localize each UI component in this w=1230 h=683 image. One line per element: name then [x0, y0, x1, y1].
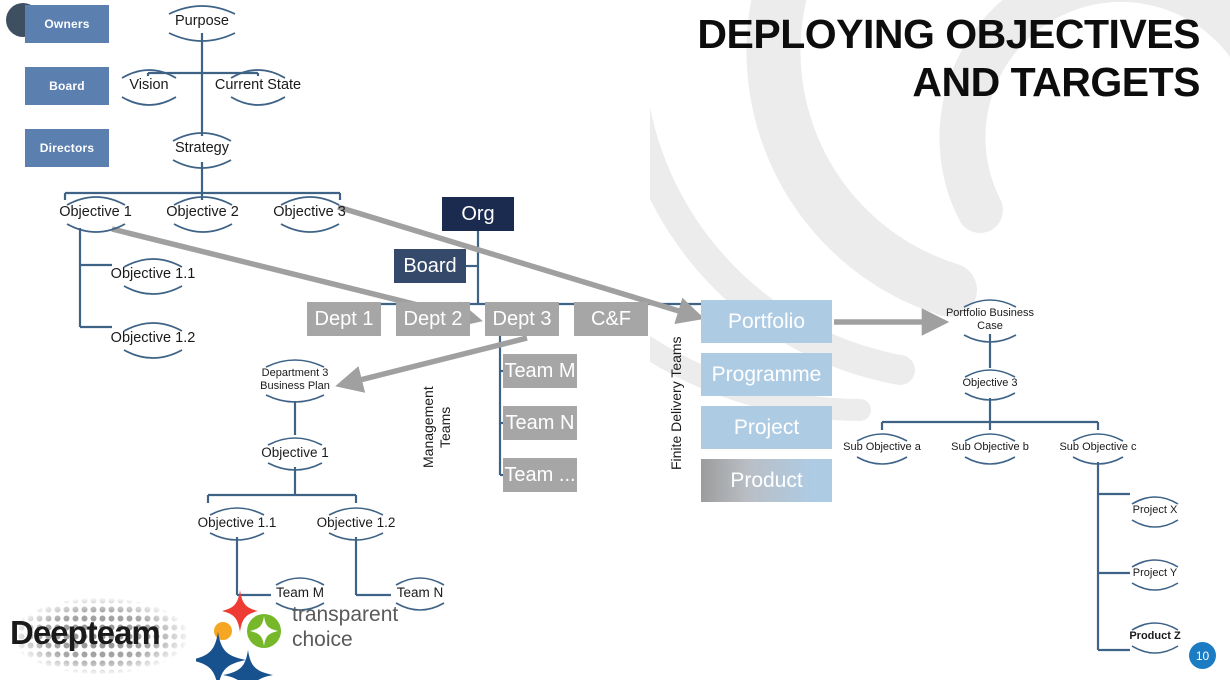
deepteam-logo-text: Deepteam [10, 614, 161, 651]
org-box-org-label: Org [461, 202, 495, 225]
node-vision: Vision [118, 69, 180, 106]
node-current-state-label: Current State [214, 77, 302, 93]
governance-box-board[interactable]: Board [25, 67, 109, 105]
org-box-team-m[interactable]: Team M [503, 354, 577, 388]
node-pf-objective-3-label: Objective 3 [962, 377, 1018, 389]
node-sub-objective-c-label: Sub Objective c [1059, 441, 1137, 453]
org-box-team-n[interactable]: Team N [503, 406, 577, 440]
node-vision-label: Vision [129, 77, 169, 93]
node-objective-1-1: Objective 1.1 [105, 258, 201, 295]
org-box-dept-1[interactable]: Dept 1 [307, 302, 381, 336]
delivery-box-project-label: Project [733, 415, 800, 439]
node-sub-objective-c: Sub Objective c [1050, 433, 1146, 465]
page-title: DEPLOYING OBJECTIVES AND TARGETS [620, 10, 1200, 106]
node-product-z-label: Product Z [1129, 630, 1181, 642]
node-objective-2-label: Objective 2 [166, 204, 239, 220]
delivery-box-product-label: Product [730, 468, 803, 492]
delivery-box-product[interactable]: Product [701, 459, 832, 502]
org-box-dept-2[interactable]: Dept 2 [396, 302, 470, 336]
governance-box-owners-label: Owners [44, 17, 90, 31]
transparent-choice-logo-text: transparent choice [292, 602, 398, 652]
node-objective-1-1-label: Objective 1.1 [110, 266, 196, 282]
page-title-line-1: DEPLOYING OBJECTIVES [697, 11, 1200, 57]
node-project-x-label: Project X [1132, 504, 1178, 516]
org-box-dept-3[interactable]: Dept 3 [485, 302, 559, 336]
transparent-choice-line-1: transparent [292, 603, 399, 626]
org-box-dept-1-label: Dept 1 [314, 307, 374, 330]
node-plan-objective-1-2: Objective 1.2 [312, 507, 400, 541]
transparent-choice-line-2: choice [292, 628, 353, 651]
node-objective-1-2: Objective 1.2 [105, 322, 201, 359]
node-department-3-business-plan: Department 3 Business Plan [250, 359, 340, 403]
delivery-box-portfolio-label: Portfolio [727, 309, 806, 333]
org-box-org[interactable]: Org [442, 197, 514, 231]
node-project-y-label: Project Y [1132, 567, 1178, 579]
node-purpose-label: Purpose [174, 13, 229, 29]
delivery-box-portfolio[interactable]: Portfolio [701, 300, 832, 343]
node-objective-1-label: Objective 1 [59, 204, 132, 220]
transparent-choice-mark-icon [190, 590, 281, 683]
org-box-board[interactable]: Board [394, 249, 466, 283]
governance-box-directors-label: Directors [39, 141, 95, 155]
node-plan-objective-1-1-label: Objective 1.1 [197, 515, 277, 530]
node-objective-1-2-label: Objective 1.2 [110, 330, 196, 346]
node-department-3-business-plan-label: Department 3 Business Plan [260, 367, 330, 392]
node-strategy: Strategy [165, 132, 239, 169]
governance-box-board-label: Board [49, 79, 85, 93]
node-project-y: Project Y [1120, 559, 1190, 591]
node-sub-objective-b: Sub Objective b [942, 433, 1038, 465]
org-box-team-m-label: Team M [504, 359, 576, 382]
slide-canvas: DEPLOYING OBJECTIVES AND TARGETS Owners … [0, 0, 1230, 683]
node-strategy-label: Strategy [175, 140, 229, 156]
node-objective-1: Objective 1 [48, 196, 143, 233]
node-sub-objective-a: Sub Objective a [834, 433, 930, 465]
node-project-x: Project X [1120, 496, 1190, 528]
org-box-dept-3-label: Dept 3 [492, 307, 552, 330]
arrow-objective3-to-portfolio [337, 204, 705, 324]
node-purpose: Purpose [162, 5, 242, 42]
node-objective-3-label: Objective 3 [273, 204, 346, 220]
org-box-board-label: Board [403, 254, 457, 277]
transparent-choice-logo: transparent choice [190, 588, 406, 683]
node-current-state: Current State [205, 69, 311, 106]
node-objective-2: Objective 2 [155, 196, 250, 233]
org-box-dept-2-label: Dept 2 [403, 307, 463, 330]
finite-delivery-teams-label: Finite Delivery Teams [668, 336, 684, 470]
governance-box-owners[interactable]: Owners [25, 5, 109, 43]
node-product-z: Product Z [1120, 622, 1190, 654]
page-number-badge: 10 [1189, 642, 1216, 669]
org-box-cf[interactable]: C&F [574, 302, 648, 336]
org-box-cf-label: C&F [591, 307, 631, 330]
delivery-box-project[interactable]: Project [701, 406, 832, 449]
org-box-team-other[interactable]: Team ... [503, 458, 577, 492]
node-objective-3: Objective 3 [262, 196, 357, 233]
node-plan-objective-1-label: Objective 1 [261, 445, 329, 460]
governance-box-directors[interactable]: Directors [25, 129, 109, 167]
node-plan-objective-1-1: Objective 1.1 [193, 507, 281, 541]
management-teams-label: Management Teams [420, 386, 453, 469]
page-title-line-2: AND TARGETS [912, 59, 1200, 105]
delivery-box-programme-label: Programme [711, 362, 822, 386]
node-sub-objective-b-label: Sub Objective b [951, 441, 1029, 453]
deepteam-logo: Deepteam [8, 596, 193, 676]
node-plan-objective-1: Objective 1 [252, 437, 338, 471]
node-plan-objective-1-2-label: Objective 1.2 [316, 515, 396, 530]
node-sub-objective-a-label: Sub Objective a [843, 441, 921, 453]
org-box-team-n-label: Team N [505, 411, 575, 434]
delivery-box-programme[interactable]: Programme [701, 353, 832, 396]
node-pf-objective-3: Objective 3 [948, 369, 1032, 401]
org-box-team-other-label: Team ... [504, 463, 576, 486]
node-portfolio-business-case: Portfolio Business Case [945, 299, 1035, 343]
node-portfolio-business-case-label: Portfolio Business Case [945, 307, 1035, 332]
